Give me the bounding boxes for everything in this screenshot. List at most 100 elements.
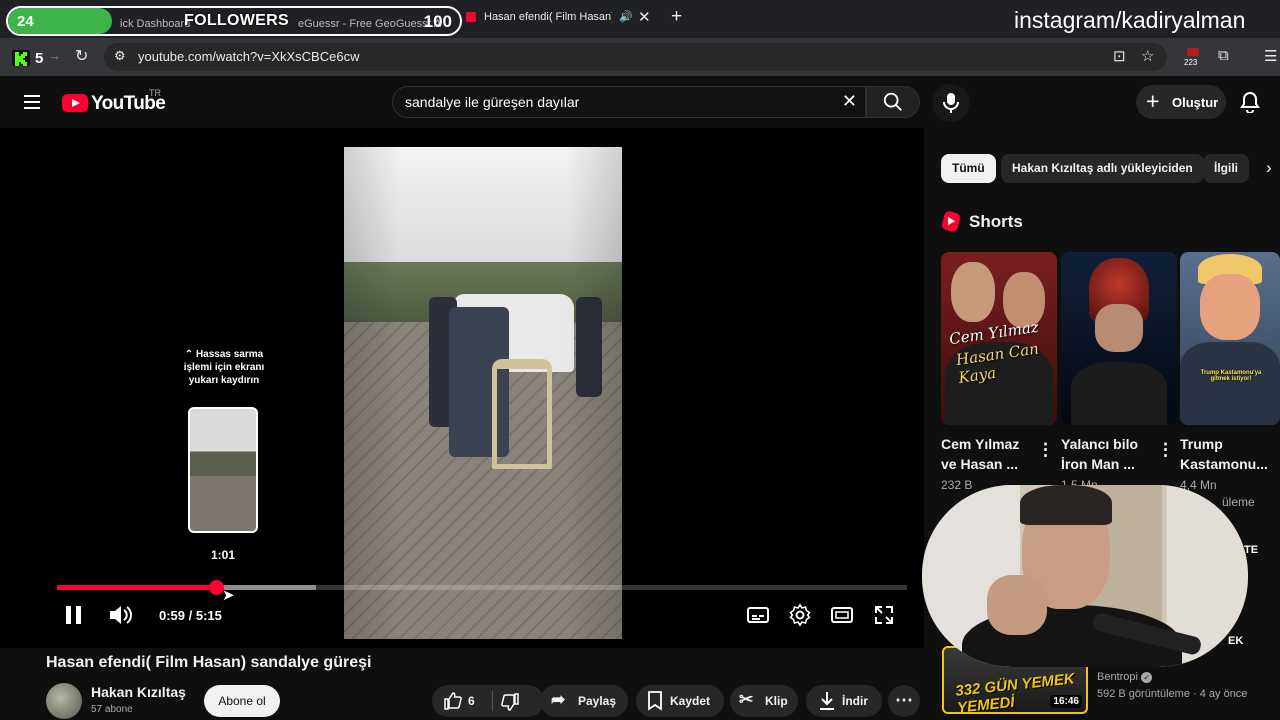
clip-button[interactable]: ✂ Klip — [730, 685, 798, 717]
short-title[interactable]: Cem Yılmaz ve Hasan ... — [941, 434, 1033, 474]
url-field[interactable]: ⚙ youtube.com/watch?v=XkXsCBCe6cw — [104, 43, 1167, 71]
like-count: 6 — [468, 694, 475, 708]
recommendation-channel-name: Bentropi — [1097, 671, 1138, 683]
search-query[interactable]: sandalye ile güreşen dayılar — [405, 94, 579, 110]
forward-icon[interactable]: → — [48, 48, 61, 63]
chip-related[interactable]: İlgili — [1203, 154, 1249, 183]
extension-badge-count: 223 — [1184, 58, 1198, 67]
youtube-logo[interactable]: YouTube TR — [62, 88, 166, 114]
short-title[interactable]: Trump Kastamonu... — [1180, 434, 1272, 474]
share-label: Paylaş — [578, 694, 617, 708]
dislike-thumbs-down-icon[interactable] — [500, 692, 520, 712]
notifications-bell-icon[interactable] — [1240, 91, 1260, 113]
overlay-left-count: 24 — [17, 13, 34, 30]
save-button[interactable]: Kaydet — [636, 685, 724, 717]
fullscreen-icon[interactable] — [872, 603, 896, 627]
webcam-streamer-hand — [987, 575, 1047, 635]
seek-preview-thumbnail — [188, 407, 258, 533]
progress-bar[interactable] — [57, 580, 907, 595]
clip-label: Klip — [765, 694, 788, 708]
video-player[interactable]: ⌃ Hassas sarma işlemi için ekranı yukarı… — [0, 128, 924, 648]
subtitles-icon[interactable] — [746, 603, 770, 627]
more-vertical-icon[interactable]: ⋮ — [1273, 440, 1280, 460]
tab-geoguessr[interactable]: eGuessr - Free GeoGuessr A — [298, 18, 441, 30]
webcam-overlay — [922, 485, 1248, 667]
extensions-puzzle-icon[interactable]: ⧉ — [1218, 47, 1229, 64]
clear-search-icon[interactable]: ✕ — [842, 91, 857, 112]
share-arrow-icon: ➦ — [551, 690, 566, 709]
extension-badge-icon[interactable]: 223 — [1184, 46, 1201, 68]
microphone-icon — [943, 93, 959, 113]
time-display: 0:59 / 5:15 — [159, 608, 222, 623]
tab-dashboard[interactable]: ick Dashboard — [120, 18, 190, 30]
create-button[interactable]: + Oluştur — [1136, 85, 1226, 119]
short-thumbnail[interactable]: Cem Yılmaz Hasan Can Kaya — [941, 252, 1057, 425]
progress-played — [57, 585, 216, 590]
fine-seek-hint: ⌃ Hassas sarma işlemi için ekranı yukarı… — [183, 349, 265, 386]
instagram-watermark: instagram/kadiryalman — [1014, 7, 1246, 33]
thumb-body — [1071, 362, 1167, 425]
download-button[interactable]: İndir — [806, 685, 882, 717]
site-info-icon[interactable]: ⚙ — [114, 48, 126, 64]
share-button[interactable]: ➦ Paylaş — [540, 685, 628, 717]
channel-avatar[interactable] — [46, 683, 82, 719]
install-app-icon[interactable]: ⊡ — [1113, 47, 1126, 65]
video-frame[interactable] — [344, 147, 622, 639]
bookmark-icon — [648, 691, 662, 711]
browser-tab-bar: 24 ick Dashboard eGuessr - Free GeoGuess… — [0, 0, 1280, 38]
like-divider — [492, 691, 493, 711]
theater-mode-icon[interactable] — [830, 603, 854, 627]
kick-extension-icon[interactable] — [12, 50, 30, 66]
chevron-right-icon[interactable]: › — [1266, 158, 1272, 178]
volume-icon[interactable] — [108, 603, 134, 627]
short-thumbnail[interactable] — [1061, 252, 1177, 425]
voice-search-button[interactable] — [932, 84, 970, 122]
shorts-icon — [940, 210, 962, 233]
more-horizontal-icon: ⋯ — [895, 690, 913, 710]
thumb-face — [951, 262, 995, 322]
subscribe-button[interactable]: Abone ol — [204, 685, 280, 717]
subscriber-count: 57 abone — [91, 704, 133, 715]
reload-icon[interactable]: ↻ — [75, 46, 88, 66]
followers-overlay: 24 ick Dashboard eGuessr - Free GeoGuess… — [6, 6, 462, 36]
chip-from-uploader[interactable]: Hakan Kızıltaş adlı yükleyiciden — [1001, 154, 1204, 183]
download-icon — [820, 692, 834, 710]
short-thumb-text: Trump Kastamonu'ya gitmek istiyor! — [1200, 370, 1262, 382]
more-vertical-icon[interactable]: ⋮ — [1157, 440, 1174, 460]
short-thumbnail[interactable]: Trump Kastamonu'ya gitmek istiyor! — [1180, 252, 1280, 425]
search-input[interactable]: sandalye ile güreşen dayılar ✕ — [392, 86, 866, 118]
kick-count: 5 — [35, 50, 44, 67]
like-thumbs-up-icon[interactable] — [443, 691, 463, 711]
video-title: Hasan efendi( Film Hasan) sandalye güreş… — [46, 654, 372, 671]
close-icon[interactable]: ✕ — [638, 8, 651, 26]
menu-icon[interactable] — [24, 95, 40, 109]
thumb-suit — [1180, 342, 1280, 425]
speaker-icon[interactable]: 🔊 — [619, 10, 633, 23]
more-vertical-icon[interactable]: ⋮ — [1037, 440, 1054, 460]
channel-name[interactable]: Hakan Kızıltaş — [91, 684, 186, 700]
search-icon — [883, 92, 902, 111]
settings-gear-icon[interactable] — [788, 603, 812, 627]
chip-all[interactable]: Tümü — [941, 154, 996, 183]
short-title[interactable]: Yalancı bilo İron Man ... — [1061, 434, 1153, 474]
shorts-heading: Shorts — [969, 212, 1023, 231]
download-label: İndir — [842, 694, 868, 708]
url-text[interactable]: youtube.com/watch?v=XkXsCBCe6cw — [138, 49, 359, 64]
scissors-icon: ✂ — [739, 690, 754, 709]
region-code: TR — [149, 88, 161, 98]
bookmark-star-icon[interactable]: ☆ — [1141, 47, 1154, 65]
pause-button[interactable] — [66, 606, 82, 624]
recommendation-meta: 592 B görüntüleme · 4 ay önce — [1097, 688, 1248, 700]
save-label: Kaydet — [670, 694, 711, 708]
new-tab-icon[interactable]: + — [671, 6, 682, 28]
verified-check-icon: ✓ — [1141, 672, 1153, 683]
create-label: Oluştur — [1172, 95, 1219, 110]
search-button[interactable] — [866, 86, 920, 118]
address-bar: 5 → ↻ ⚙ youtube.com/watch?v=XkXsCBCe6cw … — [0, 38, 1280, 76]
overlay-right-count: 100 — [423, 12, 452, 31]
recommendation-channel[interactable]: Bentropi ✓ — [1097, 671, 1153, 683]
tab-active-title[interactable]: Hasan efendi( Film Hasan) s — [484, 11, 612, 23]
side-panel-icon[interactable]: ☰ — [1264, 47, 1277, 65]
more-actions-button[interactable]: ⋯ — [888, 685, 920, 717]
thumb-face — [1200, 274, 1260, 340]
